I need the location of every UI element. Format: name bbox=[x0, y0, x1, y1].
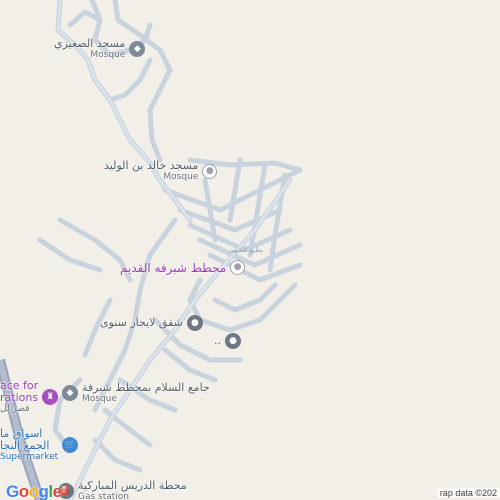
poi-label: .. bbox=[214, 334, 221, 347]
venue-icon: ♜ bbox=[42, 389, 59, 405]
poi-label-line2: rations bbox=[0, 391, 39, 404]
poi-label: محطط شبرفه القديم bbox=[120, 260, 227, 275]
place-icon: ● bbox=[202, 163, 218, 179]
poi-category: Mosque bbox=[90, 50, 126, 60]
poi-mosque-salam[interactable]: ◆ جامع السلام بمحطط شبرفة Mosque bbox=[62, 382, 210, 404]
poi-category: Supermarket bbox=[0, 452, 59, 462]
poi-category: Mosque bbox=[82, 394, 117, 404]
supermarket-icon: 🛒 bbox=[62, 437, 79, 453]
mosque-icon: ◆ bbox=[62, 385, 78, 401]
poi-supermarket[interactable]: اسواق ما الجمع النجا Supermarket 🛒 bbox=[0, 428, 79, 462]
street-label: يطيع الشهد bbox=[230, 246, 263, 254]
poi-gas-station[interactable]: ⛽ محطة الدريس المباركية Gas station bbox=[58, 480, 187, 500]
poi-old-plan[interactable]: محطط شبرفه القديم ● bbox=[120, 260, 246, 275]
poi-category: Mosque bbox=[163, 172, 199, 182]
poi-label: مسجد خالد بن الوليد bbox=[104, 159, 199, 172]
poi-label: جامع السلام بمحطط شبرفة bbox=[82, 381, 210, 394]
google-logo[interactable]: Google bbox=[6, 482, 62, 500]
poi-label: محطة الدريس المباركية bbox=[78, 479, 187, 492]
place-icon: ● bbox=[186, 315, 203, 331]
place-icon: ● bbox=[225, 333, 241, 349]
poi-wedding-venue[interactable]: ace for rations قصر لل ♜ bbox=[0, 380, 59, 414]
poi-unnamed[interactable]: .. ● bbox=[214, 333, 241, 349]
map-attribution[interactable]: rap data ©20‎2 bbox=[436, 488, 500, 498]
poi-label-arabic: قصر لل bbox=[0, 404, 30, 414]
map-canvas[interactable]: مسجد الصعيزي Mosque ◆ مسجد خالد بن الولي… bbox=[0, 0, 500, 500]
poi-mosque-saeizi[interactable]: مسجد الصعيزي Mosque ◆ bbox=[54, 37, 146, 60]
mosque-icon: ◆ bbox=[129, 41, 146, 57]
poi-label: شقق لايجار سنوى bbox=[100, 316, 183, 329]
poi-annual-apartments[interactable]: شقق لايجار سنوى ● bbox=[100, 315, 203, 331]
poi-category: Gas station bbox=[78, 492, 130, 500]
poi-label: مسجد الصعيزي bbox=[54, 37, 126, 50]
poi-mosque-khalid[interactable]: مسجد خالد بن الوليد Mosque ● bbox=[104, 159, 218, 182]
poi-label-line2: الجمع النجا bbox=[0, 439, 50, 452]
place-icon: ● bbox=[230, 260, 246, 275]
